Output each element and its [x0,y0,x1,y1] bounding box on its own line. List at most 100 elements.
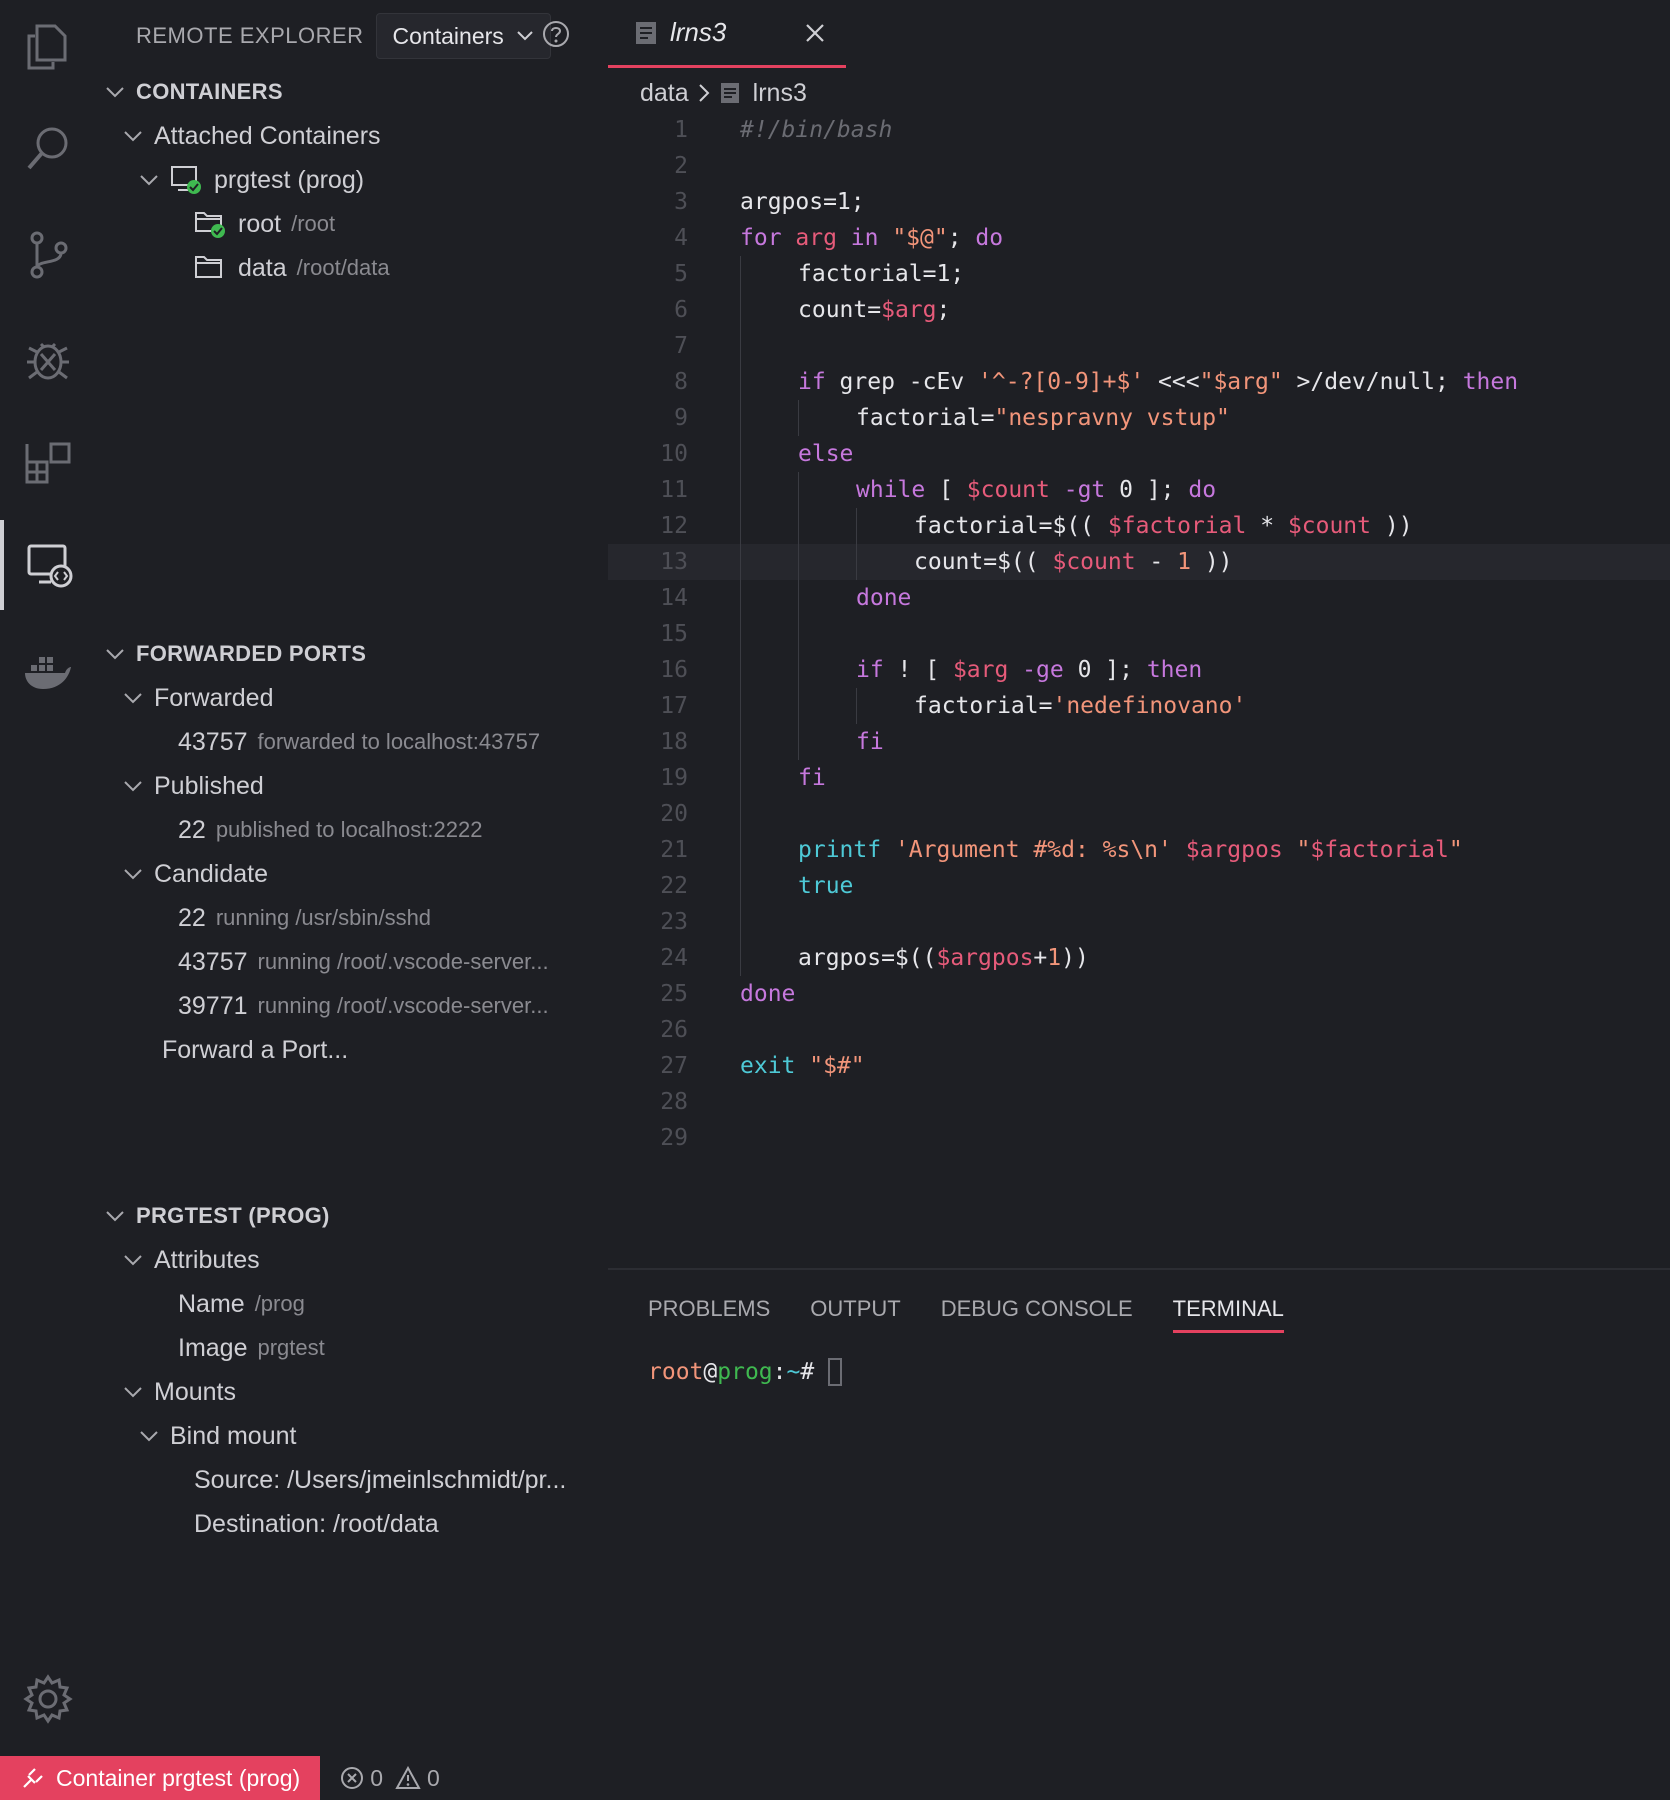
editor-tab[interactable]: lrns3 [608,0,846,68]
code-line[interactable]: 5 factorial=1; [608,256,1670,292]
port-item[interactable]: 22 running /usr/sbin/sshd [178,898,431,938]
indent-guide [856,508,857,544]
code-line[interactable]: 14 done [608,580,1670,616]
port-item[interactable]: 39771 running /root/.vscode-server... [178,986,549,1026]
code-token: 0 ]; [1077,657,1147,683]
tab-output[interactable]: OUTPUT [810,1288,900,1330]
code-line[interactable]: 20 [608,796,1670,832]
code-line[interactable]: 24 argpos=$(($argpos+1)) [608,940,1670,976]
indent-guide [740,688,741,724]
code-line[interactable]: 11 while [ $count -gt 0 ]; do [608,472,1670,508]
line-number: 21 [660,837,688,863]
code-token: $arg [952,657,1009,683]
code-line[interactable]: 8 if grep -cEv '^-?[0-9]+$' <<<"$arg" >/d… [608,364,1670,400]
attached-containers-group[interactable]: Attached Containers [122,116,381,156]
tab-debug-console[interactable]: DEBUG CONSOLE [941,1288,1133,1330]
explorer-icon[interactable] [0,2,96,92]
remote-indicator[interactable]: Container prgtest (prog) [0,1756,321,1800]
breadcrumb-item[interactable]: lrns3 [753,79,807,108]
forwarded-group[interactable]: Forwarded [122,678,274,718]
code-line[interactable]: 7 [608,328,1670,364]
port-item[interactable]: 22 published to localhost:2222 [178,810,482,850]
code-line[interactable]: 25 done [608,976,1670,1012]
extensions-icon[interactable] [0,420,96,510]
forward-port-action[interactable]: Forward a Port... [162,1030,348,1070]
error-icon [341,1767,364,1789]
breadcrumb: data lrns3 [640,74,807,112]
code-line[interactable]: 9 factorial="nespravny vstup" [608,400,1670,436]
remote-icon [23,1768,43,1788]
container-item[interactable]: prgtest (prog) [138,160,364,200]
mounts-group[interactable]: Mounts [122,1372,236,1412]
problems-indicator[interactable]: 0 0 [340,1765,452,1792]
code-line[interactable]: 13 count=$(( $count - 1 )) [608,544,1670,580]
code-line[interactable]: 4 for arg in "$@"; do [608,220,1670,256]
warning-count: 0 [426,1764,440,1791]
indent-guide [740,904,741,940]
code-token: if [798,369,840,395]
port-description: published to localhost:2222 [215,817,483,842]
folder-item-data[interactable]: data /root/data [194,248,390,288]
port-item[interactable]: 43757 forwarded to localhost:43757 [178,722,540,762]
tab-problems[interactable]: PROBLEMS [648,1288,770,1330]
published-group[interactable]: Published [122,766,264,806]
code-line[interactable]: 12 factorial=$(( $factorial * $count )) [608,508,1670,544]
code-line[interactable]: 21 printf 'Argument #%d: %s\n' $argpos "$… [608,832,1670,868]
search-icon[interactable] [0,104,96,194]
candidate-group[interactable]: Candidate [122,854,268,894]
mount-destination[interactable]: Destination: /root/data [194,1504,439,1544]
indent-guide [798,688,799,724]
code-line[interactable]: 18 fi [608,724,1670,760]
code-token: $argpos [936,945,1034,971]
line-number: 20 [660,801,688,827]
help-icon[interactable] [542,20,570,48]
close-icon[interactable] [804,22,826,44]
line-number: 24 [660,945,688,971]
attribute-image[interactable]: Image prgtest [178,1328,325,1368]
code-line[interactable]: 17 factorial='nedefinovano' [608,688,1670,724]
bind-mount-group[interactable]: Bind mount [138,1416,296,1456]
gear-icon[interactable] [0,1654,96,1744]
mount-source-text: Source: /Users/jmeinlschmidt/pr... [194,1465,567,1494]
container-details-section-header[interactable]: PRGTEST (PROG) [104,1196,330,1236]
code-token: if [856,657,898,683]
docker-icon[interactable] [0,628,96,718]
code-line[interactable]: 2 [608,148,1670,184]
attribute-name[interactable]: Name /prog [178,1284,305,1324]
code-line[interactable]: 16 if ! [ $arg -ge 0 ]; then [608,652,1670,688]
source-control-icon[interactable] [0,210,96,300]
folder-item-root[interactable]: root /root [194,204,335,244]
containers-section-header[interactable]: CONTAINERS [104,72,283,112]
code-line[interactable]: 22 true [608,868,1670,904]
group-label: Attributes [154,1245,260,1274]
code-token: argpos=$(( [798,945,937,971]
code-line[interactable]: 23 [608,904,1670,940]
remote-explorer-icon[interactable] [0,520,96,610]
code-token: factorial= [856,405,995,431]
attributes-group[interactable]: Attributes [122,1240,260,1280]
terminal[interactable]: root @ prog : ~ # [648,1358,843,1386]
code-line[interactable]: 19 fi [608,760,1670,796]
code-line[interactable]: 15 [608,616,1670,652]
code-line[interactable]: 28 [608,1084,1670,1120]
code-line[interactable]: 6 count=$arg; [608,292,1670,328]
port-item[interactable]: 43757 running /root/.vscode-server... [178,942,549,982]
breadcrumb-item[interactable]: data [640,79,689,108]
code-line[interactable]: 29 [608,1120,1670,1156]
code-line[interactable]: 26 [608,1012,1670,1048]
code-token: done [740,981,796,1007]
remote-label: Container prgtest (prog) [56,1764,301,1791]
forwarded-ports-section-header[interactable]: FORWARDED PORTS [104,634,366,674]
code-line[interactable]: 27 exit "$#" [608,1048,1670,1084]
tab-terminal[interactable]: TERMINAL [1172,1288,1284,1333]
code-line[interactable]: 1 #!/bin/bash [608,112,1670,148]
code-token: 'Argument #%d: %s\n' [894,837,1172,863]
code-line[interactable]: 10 else [608,436,1670,472]
target-type-dropdown[interactable]: Containers [375,13,551,59]
line-number: 14 [660,585,688,611]
debug-icon[interactable] [0,314,96,404]
code-line[interactable]: 3 argpos=1; [608,184,1670,220]
code-token: <<< [1144,369,1200,395]
chevron-down-icon [124,781,142,792]
mount-source[interactable]: Source: /Users/jmeinlschmidt/pr... [194,1460,566,1500]
